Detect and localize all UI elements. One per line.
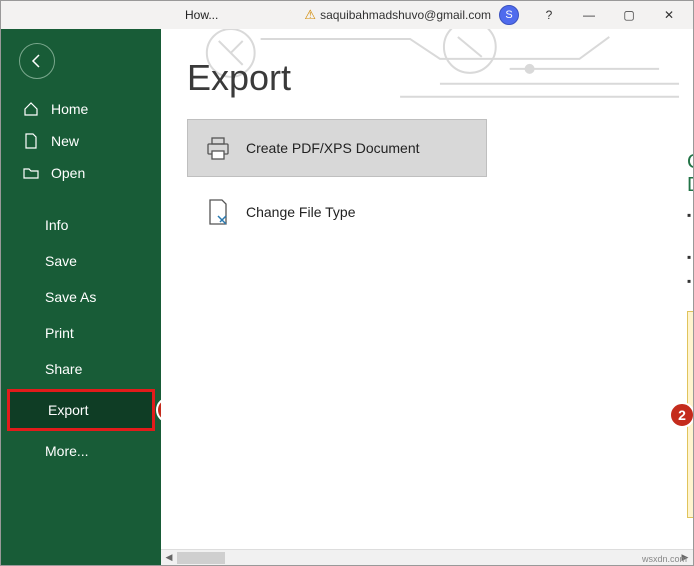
page-title: Export bbox=[187, 57, 693, 99]
sidebar-label: Home bbox=[51, 101, 88, 117]
details-bullet: Preserves layout, formatting, fonts, and… bbox=[687, 207, 693, 241]
watermark: wsxdn.com bbox=[642, 554, 687, 564]
sidebar-item-home[interactable]: Home bbox=[1, 93, 161, 125]
sidebar-item-more[interactable]: More... bbox=[1, 433, 161, 469]
pdf-printer-icon bbox=[204, 134, 232, 162]
option-label: Change File Type bbox=[246, 204, 355, 220]
sidebar-label: Open bbox=[51, 165, 85, 181]
sidebar-item-open[interactable]: Open bbox=[1, 157, 161, 189]
sidebar-item-print[interactable]: Print bbox=[1, 315, 161, 351]
back-button[interactable] bbox=[19, 43, 55, 79]
scroll-left-icon[interactable]: ◀ bbox=[161, 552, 177, 563]
home-icon bbox=[23, 101, 39, 117]
scroll-track[interactable] bbox=[177, 552, 677, 564]
sidebar-item-export[interactable]: Export bbox=[10, 392, 152, 428]
option-create-pdf-xps[interactable]: Create PDF/XPS Document bbox=[187, 119, 487, 177]
title-bar: How... ⚠ saquibahmadshuvo@gmail.com S ? … bbox=[1, 1, 693, 29]
close-button[interactable]: ✕ bbox=[649, 1, 689, 29]
sidebar-item-share[interactable]: Share bbox=[1, 351, 161, 387]
help-button[interactable]: ? bbox=[529, 1, 569, 29]
export-options: Create PDF/XPS Document Change File Type bbox=[187, 119, 693, 241]
sidebar-item-new[interactable]: New bbox=[1, 125, 161, 157]
option-label: Create PDF/XPS Document bbox=[246, 140, 420, 156]
horizontal-scrollbar[interactable]: ◀ ▶ bbox=[161, 549, 693, 565]
main-panel: Export Create PDF/XPS Document Change Fi… bbox=[161, 29, 693, 565]
document-name: How... bbox=[185, 8, 218, 22]
details-bullet: Free viewers are available bbox=[687, 273, 693, 290]
account-avatar[interactable]: S bbox=[499, 5, 519, 25]
sidebar-item-info[interactable]: Info bbox=[1, 207, 161, 243]
sidebar-label: New bbox=[51, 133, 79, 149]
minimize-button[interactable]: — bbox=[569, 1, 609, 29]
export-details: Create a PDF/XPS Document Preserves layo… bbox=[687, 151, 693, 298]
callout-badge-2: 2 bbox=[669, 402, 693, 428]
maximize-button[interactable]: ▢ bbox=[609, 1, 649, 29]
new-icon bbox=[23, 133, 39, 149]
details-heading: Create a PDF/XPS Document bbox=[687, 151, 693, 197]
details-bullet: Content can't be easily changed bbox=[687, 249, 693, 266]
account-email[interactable]: saquibahmadshuvo@gmail.com bbox=[320, 8, 491, 22]
sidebar-item-export-highlight: Export 1 bbox=[7, 389, 155, 431]
change-file-icon bbox=[204, 198, 232, 226]
option-change-file-type[interactable]: Change File Type bbox=[187, 183, 487, 241]
warning-icon: ⚠ bbox=[304, 7, 316, 23]
sidebar-item-save[interactable]: Save bbox=[1, 243, 161, 279]
decorative-circuit-icon bbox=[161, 29, 693, 565]
sidebar-item-saveas[interactable]: Save As bbox=[1, 279, 161, 315]
accessibility-tip: 2 Create PDF/XPS We have recommendations… bbox=[687, 311, 693, 518]
backstage-sidebar: Home New Open Info Save Save As Print Sh… bbox=[1, 29, 161, 565]
open-icon bbox=[23, 165, 39, 181]
arrow-left-icon bbox=[29, 53, 45, 69]
scroll-thumb[interactable] bbox=[177, 552, 225, 564]
